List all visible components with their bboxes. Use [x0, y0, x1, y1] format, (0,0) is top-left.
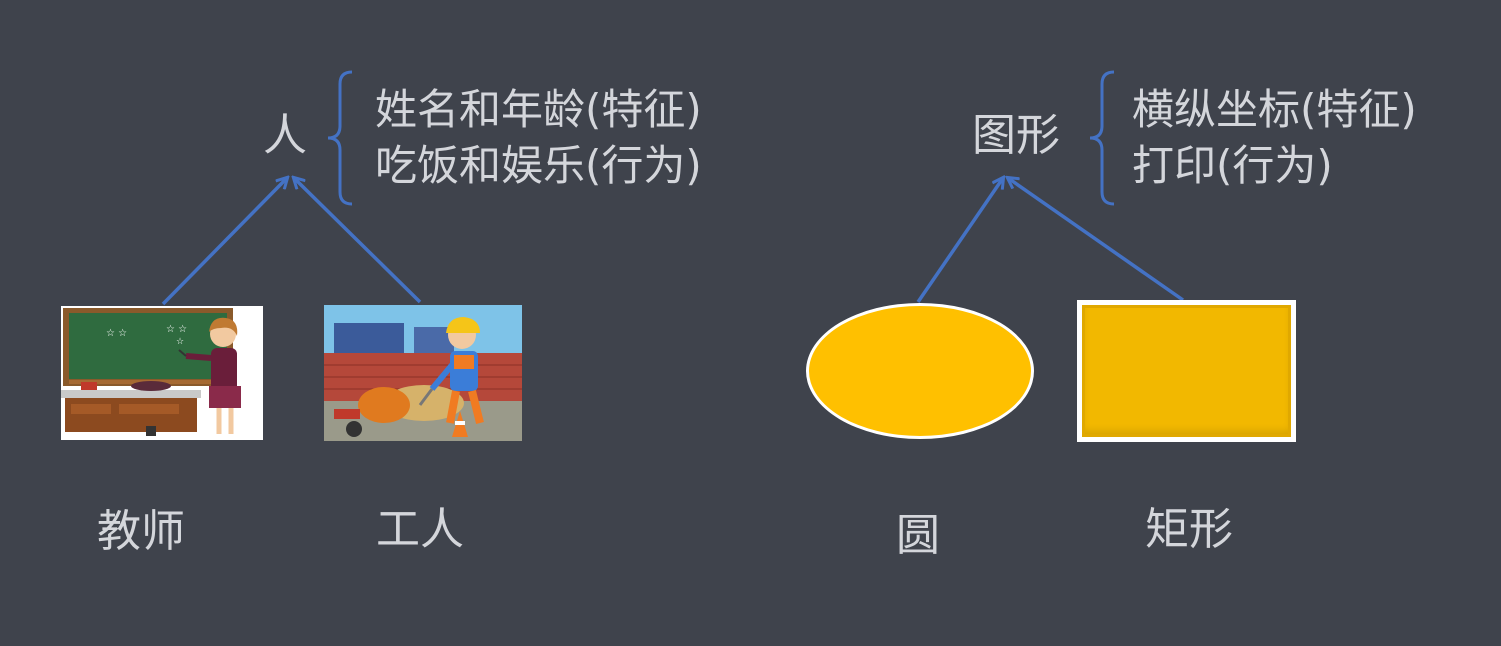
rectangle-fill	[1082, 305, 1291, 437]
right-brace	[1089, 70, 1115, 206]
child-label-teacher: 教师	[97, 506, 185, 557]
arrow-rect-to-shape	[1008, 178, 1185, 302]
teacher-illustration: ☆ ☆ ☆ ☆ ☆	[61, 306, 263, 440]
svg-text:☆: ☆	[176, 337, 184, 347]
child-label-circle: 圆	[896, 510, 940, 561]
svg-text:☆ ☆: ☆ ☆	[166, 324, 187, 335]
parent-label-shape: 图形	[972, 110, 1060, 161]
arrow-circle-to-shape	[916, 178, 1003, 303]
child-label-rectangle: 矩形	[1145, 504, 1233, 555]
construction-worker-illustration	[324, 305, 522, 441]
circle-shape	[806, 303, 1034, 439]
shape-attribute-behaviors: 打印(行为)	[1132, 141, 1333, 190]
shape-attribute-features: 横纵坐标(特征)	[1132, 85, 1417, 134]
arrow-teacher-to-person	[161, 178, 287, 306]
svg-text:☆ ☆: ☆ ☆	[106, 328, 127, 339]
child-label-worker: 工人	[376, 504, 464, 555]
shape-attribute-list: 横纵坐标(特征) 打印(行为)	[1132, 82, 1417, 194]
person-attribute-list: 姓名和年龄(特征) 吃饭和娱乐(行为)	[375, 82, 702, 194]
person-attribute-features: 姓名和年龄(特征)	[375, 85, 702, 134]
arrow-worker-to-person	[294, 178, 422, 304]
rectangle-shape	[1077, 300, 1296, 442]
parent-label-person: 人	[263, 110, 307, 161]
person-attribute-behaviors: 吃饭和娱乐(行为)	[375, 141, 702, 190]
left-brace	[327, 70, 353, 206]
